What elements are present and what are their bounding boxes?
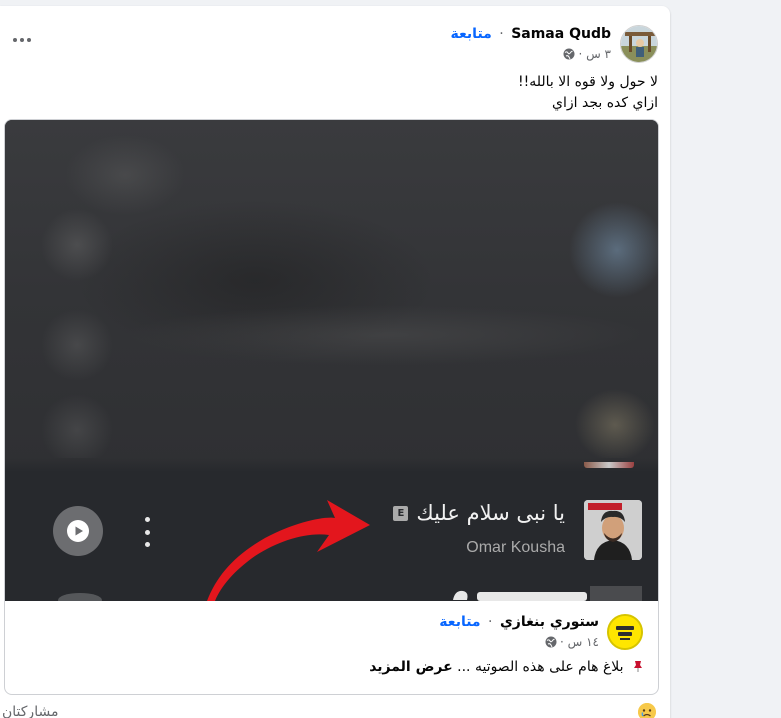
globe-icon [545,636,557,648]
separator: · [499,26,504,42]
globe-icon [563,48,575,60]
post-text: لا حول ولا قوه الا بالله!! ازاي كده بجد … [18,72,658,114]
shared-media[interactable]: يا نبى سلام عليك E Omar Kousha [5,120,658,601]
explicit-badge: E [393,505,409,521]
post-text-line: ازاي كده بجد ازاي [552,95,658,111]
shared-post-time[interactable]: ١٤ س · [560,635,599,649]
red-pin-icon [634,661,642,672]
shared-author-name[interactable]: ستوري بنغازي [500,614,599,630]
follow-button[interactable]: متابعة [451,26,492,42]
song-title-text: يا نبى سلام عليك [416,501,565,525]
dot [144,517,150,522]
dot [144,542,150,547]
author-name[interactable]: Samaa Qudb [511,26,611,42]
author-avatar[interactable] [620,25,658,63]
post-text-line: لا حول ولا قوه الا بالله!! [518,74,658,90]
post-card: Samaa Qudb · متابعة ٣ س · لا حول ولا قوه… [0,6,670,718]
dot [13,38,17,42]
dot [27,38,31,42]
post-time[interactable]: ٣ س · [578,47,611,61]
shared-post-body: بلاغ هام على هذه الصوتيه ... [457,659,624,675]
shares-count[interactable]: مشاركتان [2,704,58,718]
author-line: Samaa Qudb · متابعة [451,26,611,42]
dot [20,38,24,42]
song-options-button[interactable] [143,517,151,547]
shared-post-meta: ١٤ س · [545,635,599,649]
shared-post[interactable]: يا نبى سلام عليك E Omar Kousha ستوري بنغ… [4,119,659,695]
artist-photo [584,500,642,560]
see-more-link[interactable]: عرض المزيد [369,659,452,675]
page-logo [609,616,641,648]
play-icon [67,520,89,542]
avatar-image [621,26,657,62]
red-arrow-icon [207,500,370,601]
shared-post-text: بلاغ هام على هذه الصوتيه ... عرض المزيد [369,659,644,675]
thumbnail-edge [584,462,634,468]
play-button[interactable] [53,506,103,556]
post-meta: ٣ س · [563,47,611,61]
more-options-button[interactable] [11,33,33,47]
page-avatar[interactable] [607,614,643,650]
dot [144,529,150,535]
shared-author-line: ستوري بنغازي · متابعة [439,614,599,630]
shared-follow-button[interactable]: متابعة [439,614,480,630]
separator: · [488,614,493,630]
song-artist: Omar Kousha [466,539,565,556]
song-title: يا نبى سلام عليك E [393,501,565,525]
blurred-screenshot [5,120,658,466]
song-thumbnail [584,500,642,560]
sad-reaction-icon[interactable] [638,703,656,718]
